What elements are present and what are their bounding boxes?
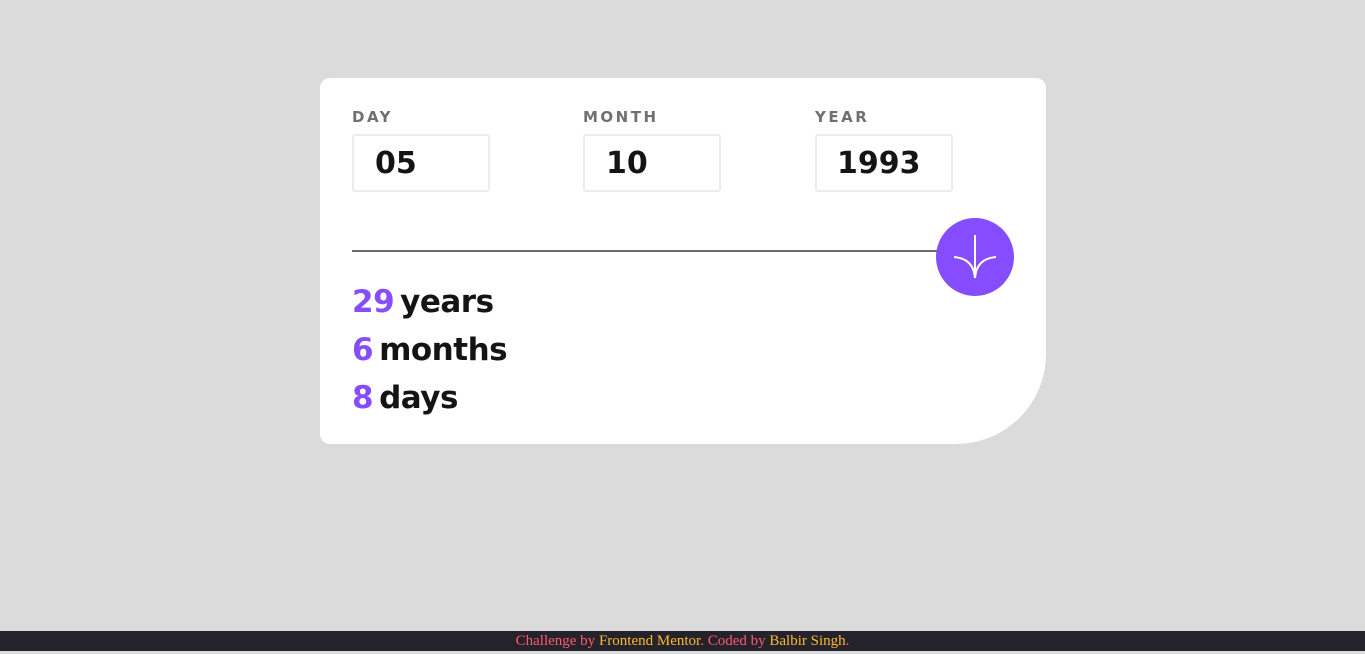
footer-suffix: . bbox=[845, 633, 850, 649]
month-field: MONTH bbox=[583, 108, 721, 192]
attribution-footer: Challenge by Frontend Mentor. Coded by B… bbox=[0, 631, 1365, 651]
frontend-mentor-link[interactable]: Frontend Mentor bbox=[599, 633, 700, 649]
months-unit: months bbox=[379, 332, 508, 368]
submit-button[interactable] bbox=[936, 218, 1014, 296]
result-months: 6 months bbox=[352, 326, 508, 374]
arrow-down-icon bbox=[953, 235, 997, 279]
months-value: 6 bbox=[352, 332, 374, 368]
month-input[interactable] bbox=[583, 134, 721, 192]
day-field: DAY bbox=[352, 108, 490, 192]
year-input[interactable] bbox=[815, 134, 953, 192]
age-calculator-card: DAY MONTH YEAR 29years 6months 8days bbox=[320, 78, 1046, 444]
author-link[interactable]: Balbir Singh bbox=[769, 633, 845, 649]
month-label: MONTH bbox=[583, 108, 659, 126]
footer-prefix: Challenge by bbox=[515, 633, 599, 649]
footer-middle: . Coded by bbox=[700, 633, 770, 649]
days-value: 8 bbox=[352, 380, 374, 416]
day-label: DAY bbox=[352, 108, 393, 126]
result-years: 29 years bbox=[352, 278, 507, 326]
year-field: YEAR bbox=[815, 108, 953, 192]
year-label: YEAR bbox=[815, 108, 870, 126]
results: 29 years 6 months 8 days bbox=[352, 278, 508, 422]
day-input[interactable] bbox=[352, 134, 490, 192]
days-unit: days bbox=[379, 380, 458, 416]
divider bbox=[352, 250, 942, 252]
years-value: 29 bbox=[352, 284, 395, 320]
result-days: 8 days bbox=[352, 374, 507, 422]
years-unit: years bbox=[400, 284, 494, 320]
